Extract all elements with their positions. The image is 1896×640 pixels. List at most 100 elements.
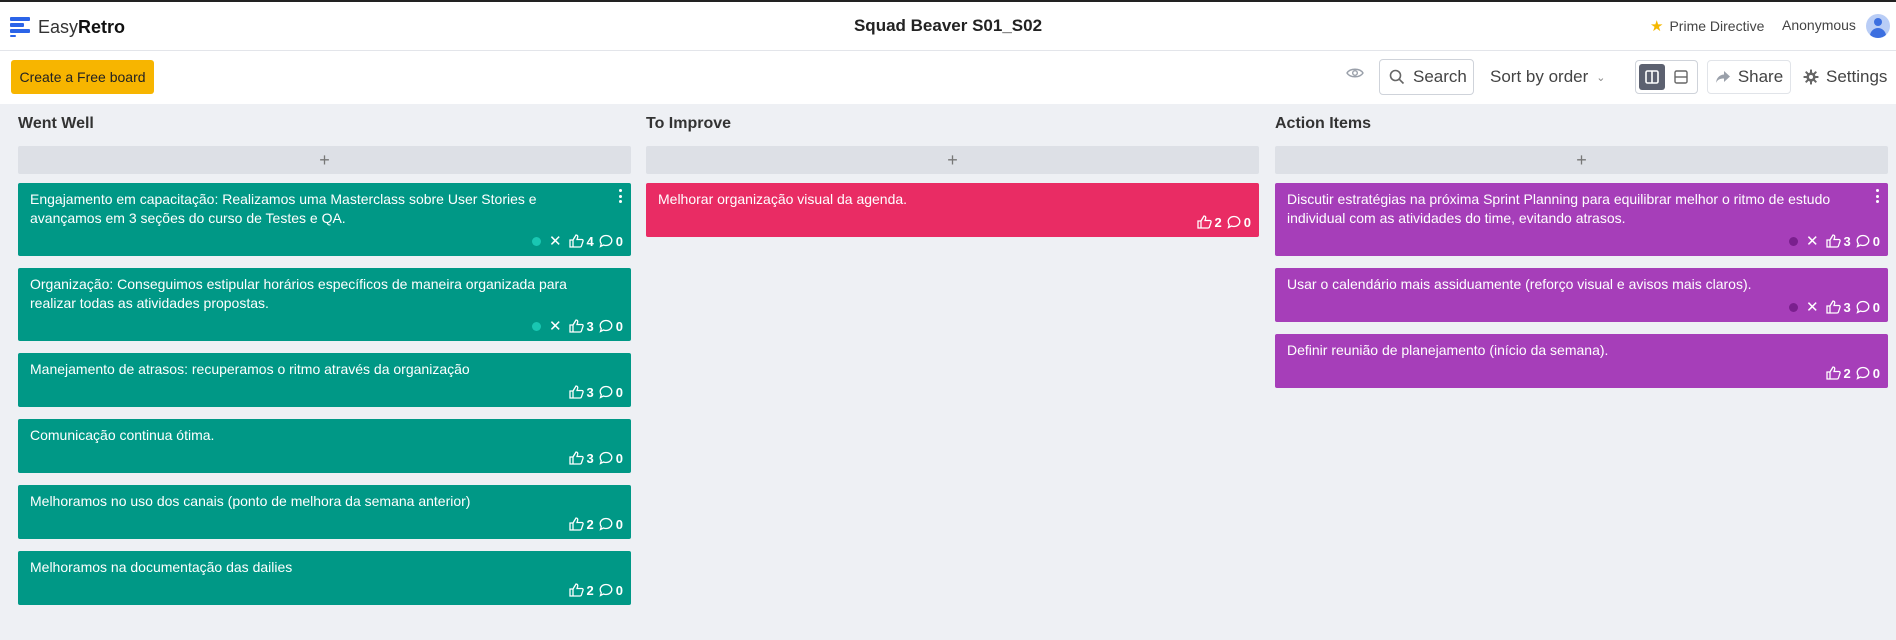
close-icon[interactable]: ✕	[549, 319, 562, 334]
columns-view-icon	[1644, 70, 1659, 84]
comment-button[interactable]: 0	[1856, 300, 1880, 315]
card-text: Manejamento de atrasos: recuperamos o ri…	[30, 361, 470, 377]
comment-button[interactable]: 0	[1856, 234, 1880, 249]
card-text: Organização: Conseguimos estipular horár…	[30, 276, 567, 311]
comment-button[interactable]: 0	[599, 319, 623, 334]
vote-button[interactable]: 2	[1196, 214, 1222, 230]
comment-count: 0	[1243, 214, 1251, 230]
color-dot-icon[interactable]	[1788, 302, 1798, 312]
comment-count: 0	[615, 318, 623, 334]
vote-button[interactable]: 2	[568, 583, 594, 598]
vote-button[interactable]: 3	[568, 451, 594, 466]
comment-button[interactable]: 0	[599, 451, 623, 466]
chevron-down-icon: ⌄	[1596, 71, 1606, 84]
close-icon[interactable]: ✕	[1806, 234, 1819, 249]
color-dot-icon[interactable]	[531, 321, 541, 331]
vote-count: 2	[1843, 365, 1851, 381]
comment-icon	[1856, 234, 1870, 248]
add-card-button[interactable]: +	[18, 146, 631, 174]
card[interactable]: Melhorar organização visual da agenda. 2…	[646, 183, 1259, 237]
settings-label: Settings	[1826, 67, 1888, 86]
vote-button[interactable]: 2	[568, 517, 594, 532]
comment-icon	[1856, 300, 1870, 314]
column-title[interactable]: Went Well	[18, 104, 631, 146]
column-action-items: Action Items + Discutir estratégias na p…	[1275, 104, 1888, 400]
card[interactable]: Melhoramos na documentação das dailies 2…	[18, 551, 631, 605]
comment-icon	[599, 451, 613, 465]
add-card-button[interactable]: +	[1275, 146, 1888, 174]
more-options-icon[interactable]	[1876, 189, 1880, 203]
comment-button[interactable]: 0	[1227, 215, 1251, 230]
thumbs-up-icon	[1825, 366, 1841, 380]
vote-button[interactable]: 3	[1825, 234, 1851, 249]
prime-directive-link[interactable]: ★ Prime Directive	[1650, 17, 1764, 35]
card-meta: 2 0	[658, 213, 1251, 231]
share-button[interactable]: Share	[1707, 60, 1791, 94]
easyretro-logo[interactable]: EasyRetro	[10, 15, 125, 39]
sort-dropdown[interactable]: Sort by order ⌄	[1490, 67, 1605, 87]
card[interactable]: Melhoramos no uso dos canais (ponto de m…	[18, 485, 631, 539]
thumbs-up-icon	[568, 583, 584, 597]
comment-count: 0	[615, 384, 623, 400]
card-meta: ✕ 3 0	[1287, 298, 1880, 316]
toolbar: Create a Free board Search Sort by order…	[0, 51, 1896, 104]
comment-button[interactable]: 0	[1856, 366, 1880, 381]
card-text: Melhoramos no uso dos canais (ponto de m…	[30, 493, 471, 509]
more-options-icon[interactable]	[619, 189, 623, 203]
user-name[interactable]: Anonymous	[1782, 17, 1856, 33]
vote-button[interactable]: 3	[568, 384, 594, 400]
card-meta: 3 0	[30, 383, 623, 401]
thumbs-up-icon	[568, 385, 584, 399]
card[interactable]: Usar o calendário mais assiduamente (ref…	[1275, 268, 1888, 322]
comment-button[interactable]: 0	[599, 385, 623, 400]
column-title[interactable]: Action Items	[1275, 104, 1888, 146]
board-title[interactable]: Squad Beaver S01_S02	[854, 16, 1042, 35]
card-meta: 2 0	[1287, 364, 1880, 382]
vote-button[interactable]: 4	[568, 233, 594, 249]
card[interactable]: Engajamento em capacitação: Realizamos u…	[18, 183, 631, 256]
card-meta: ✕ 4 0	[30, 232, 623, 250]
columns-view-button[interactable]	[1639, 64, 1665, 90]
card-meta: ✕ 3 0	[30, 317, 623, 335]
rows-view-button[interactable]	[1669, 64, 1695, 90]
card[interactable]: Discutir estratégias na próxima Sprint P…	[1275, 183, 1888, 256]
settings-button[interactable]: Settings	[1803, 67, 1887, 87]
vote-button[interactable]: 2	[1825, 365, 1851, 381]
comment-button[interactable]: 0	[599, 583, 623, 598]
vote-count: 2	[1214, 214, 1222, 230]
search-label: Search	[1413, 67, 1467, 86]
column-title[interactable]: To Improve	[646, 104, 1259, 146]
vote-count: 4	[586, 233, 594, 249]
card[interactable]: Organização: Conseguimos estipular horár…	[18, 268, 631, 341]
card-text: Discutir estratégias na próxima Sprint P…	[1287, 191, 1831, 226]
create-free-board-button[interactable]: Create a Free board	[11, 60, 154, 94]
eye-icon[interactable]	[1346, 67, 1364, 79]
card[interactable]: Manejamento de atrasos: recuperamos o ri…	[18, 353, 631, 407]
add-card-button[interactable]: +	[646, 146, 1259, 174]
color-dot-icon[interactable]	[531, 236, 541, 246]
column-to-improve: To Improve + Melhorar organização visual…	[646, 104, 1259, 249]
share-label: Share	[1737, 67, 1784, 86]
close-icon[interactable]: ✕	[549, 234, 562, 249]
vote-button[interactable]: 3	[1825, 299, 1851, 315]
comment-count: 0	[1872, 365, 1880, 381]
card-text: Usar o calendário mais assiduamente (ref…	[1287, 276, 1752, 292]
vote-button[interactable]: 3	[568, 319, 594, 334]
comment-count: 0	[1872, 233, 1880, 249]
color-dot-icon[interactable]	[1788, 236, 1798, 246]
comment-button[interactable]: 0	[599, 517, 623, 532]
view-toggle	[1635, 60, 1698, 94]
thumbs-up-icon	[568, 451, 584, 465]
card[interactable]: Comunicação continua ótima. 3 0	[18, 419, 631, 473]
comment-icon	[599, 234, 613, 248]
comment-icon	[1227, 215, 1241, 229]
vote-count: 3	[586, 384, 594, 400]
card[interactable]: Definir reunião de planejamento (início …	[1275, 334, 1888, 388]
search-button[interactable]: Search	[1379, 59, 1474, 95]
close-icon[interactable]: ✕	[1806, 300, 1819, 315]
avatar[interactable]	[1866, 14, 1890, 38]
comment-button[interactable]: 0	[599, 234, 623, 249]
card-text: Engajamento em capacitação: Realizamos u…	[30, 191, 537, 226]
vote-count: 3	[1843, 299, 1851, 315]
rows-view-icon	[1674, 70, 1688, 84]
